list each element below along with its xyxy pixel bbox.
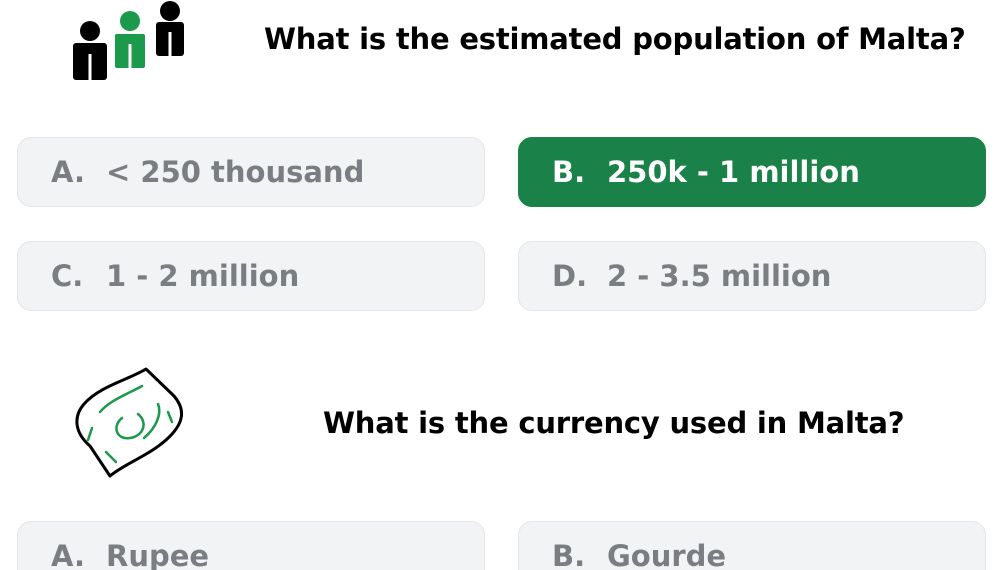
option-label: Gourde [607, 539, 727, 570]
option-label: Rupee [106, 539, 210, 570]
option-letter: B. [552, 155, 586, 189]
option-letter: A. [51, 155, 85, 189]
question-1-text: What is the estimated population of Malt… [264, 22, 966, 56]
option-letter: D. [552, 259, 588, 293]
question-1-option-b[interactable]: B. 250k - 1 million [518, 137, 986, 207]
option-letter: C. [51, 259, 84, 293]
option-label: 2 - 3.5 million [607, 259, 832, 293]
option-letter: B. [552, 539, 586, 570]
question-2-option-a[interactable]: A. Rupee [17, 521, 485, 570]
banknote-icon [72, 366, 188, 482]
question-2-option-b[interactable]: B. Gourde [518, 521, 986, 570]
people-icon [70, 0, 192, 82]
question-2-text: What is the currency used in Malta? [323, 406, 905, 440]
option-letter: A. [51, 539, 85, 570]
option-label: < 250 thousand [106, 155, 365, 189]
question-1-option-d[interactable]: D. 2 - 3.5 million [518, 241, 986, 311]
option-label: 250k - 1 million [607, 155, 860, 189]
question-1-option-a[interactable]: A. < 250 thousand [17, 137, 485, 207]
quiz-page: What is the estimated population of Malt… [0, 0, 1003, 570]
question-1-option-c[interactable]: C. 1 - 2 million [17, 241, 485, 311]
option-label: 1 - 2 million [106, 259, 300, 293]
